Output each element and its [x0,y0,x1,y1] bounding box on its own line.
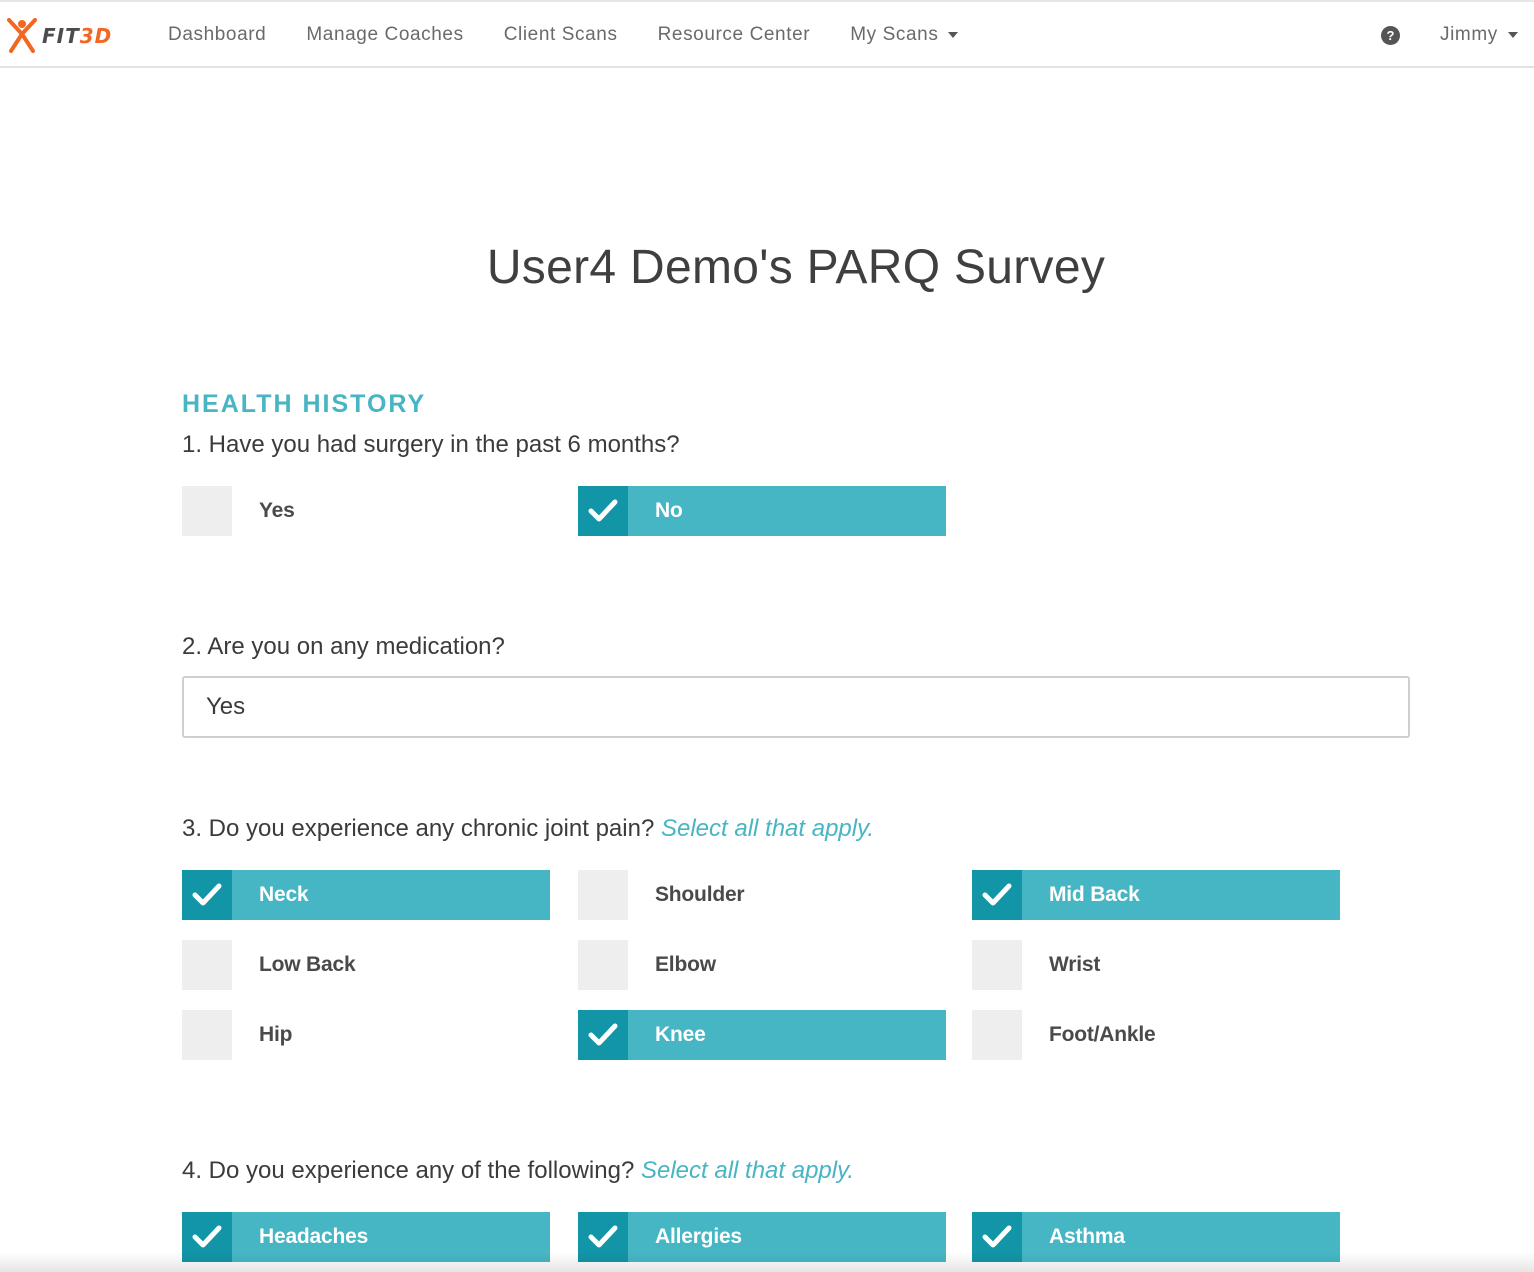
option-label: No [655,499,683,522]
question-4: 4. Do you experience any of the followin… [182,1157,854,1185]
chevron-down-icon [948,31,959,38]
question-1: 1. Have you had surgery in the past 6 mo… [182,431,680,458]
checkbox[interactable] [182,940,232,990]
checkbox[interactable] [578,1010,628,1060]
user-name: Jimmy [1440,24,1498,45]
option-q1-no[interactable]: No [578,486,946,536]
checkbox[interactable] [182,870,232,920]
section-heading-health-history: HEALTH HISTORY [182,390,427,418]
option-label: Foot/Ankle [1049,1023,1156,1046]
option-label: Hip [259,1023,293,1046]
checkmark-icon [192,1225,222,1248]
option-label: Neck [259,883,309,906]
checkbox[interactable] [182,1010,232,1060]
option-q3-knee[interactable]: Knee [578,1010,946,1060]
question-4-hint: Select all that apply. [640,1157,854,1184]
option-q3-neck[interactable]: Neck [182,870,550,920]
question-3-text: 3. Do you experience any chronic joint p… [182,815,655,842]
question-3-hint: Select all that apply. [660,815,874,842]
option-q3-mid-back[interactable]: Mid Back [972,870,1340,920]
checkbox[interactable] [578,940,628,990]
checkbox[interactable] [182,486,232,536]
nav-link-resource-center[interactable]: Resource Center [658,24,811,46]
nav-link-manage-coaches[interactable]: Manage Coaches [306,24,463,46]
page-title: User4 Demo's PARQ Survey [486,241,1106,294]
chevron-down-icon [1507,31,1518,38]
option-label: Mid Back [1049,883,1140,906]
fit3d-logo[interactable]: FIT3D [6,18,136,54]
option-label: Elbow [655,953,716,976]
checkmark-icon [588,499,618,522]
option-q3-hip[interactable]: Hip [182,1010,550,1060]
option-label: Shoulder [655,883,745,906]
option-q3-wrist[interactable]: Wrist [972,940,1340,990]
option-q3-low-back[interactable]: Low Back [182,940,550,990]
checkmark-icon [588,1225,618,1248]
nav-link-client-scans[interactable]: Client Scans [504,24,618,46]
checkmark-icon [982,1225,1012,1248]
checkbox[interactable] [972,1010,1022,1060]
checkbox[interactable] [578,870,628,920]
checkmark-icon [982,883,1012,906]
question-4-text: 4. Do you experience any of the followin… [182,1157,635,1184]
checkbox[interactable] [972,940,1022,990]
user-menu-dropdown[interactable]: Jimmy [1440,24,1518,46]
option-label: Wrist [1049,953,1101,976]
option-q1-yes[interactable]: Yes [182,486,550,536]
nav-link-my-scans-label: My Scans [850,24,939,45]
question-3: 3. Do you experience any chronic joint p… [182,815,874,843]
nav-link-my-scans-dropdown[interactable]: My Scans [850,24,959,46]
checkmark-icon [588,1023,618,1046]
question-2: 2. Are you on any medication? [182,633,505,660]
bottom-fade [0,1252,1534,1272]
checkbox[interactable] [578,486,628,536]
fit3d-logo-figure-icon [7,18,37,53]
nav-links: Dashboard Manage Coaches Client Scans Re… [168,2,998,68]
option-label: Knee [655,1023,706,1046]
question-circle-icon[interactable]: ? [1381,26,1400,45]
option-q3-foot-ankle[interactable]: Foot/Ankle [972,1010,1340,1060]
fit3d-logo-text: FIT3D [42,24,113,48]
medication-input[interactable]: Yes [182,676,1410,738]
top-navbar: FIT3D Dashboard Manage Coaches Client Sc… [0,0,1534,68]
page: FIT3D Dashboard Manage Coaches Client Sc… [0,0,1534,1272]
checkmark-icon [192,883,222,906]
nav-link-dashboard[interactable]: Dashboard [168,24,266,46]
option-label: Low Back [259,953,356,976]
option-q3-shoulder[interactable]: Shoulder [578,870,946,920]
option-label: Yes [259,499,295,522]
checkbox[interactable] [972,870,1022,920]
option-q3-elbow[interactable]: Elbow [578,940,946,990]
